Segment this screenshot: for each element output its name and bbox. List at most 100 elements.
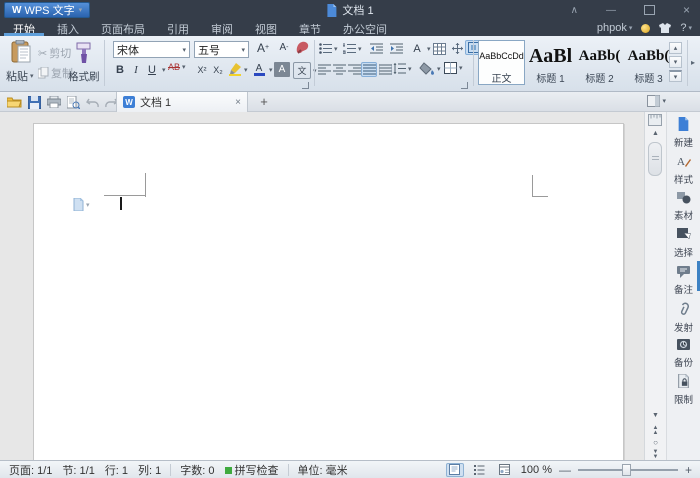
text-direction-button[interactable]: A ▾ xyxy=(409,41,431,56)
distribute-button[interactable] xyxy=(377,62,393,77)
shrink-font-button[interactable]: A- xyxy=(276,40,292,55)
format-painter-icon[interactable] xyxy=(74,42,94,67)
sidebar-item-backup[interactable]: 备份 xyxy=(667,338,700,369)
paragraph-dialog-launcher[interactable] xyxy=(461,82,468,89)
tab-page-layout[interactable]: 页面布局 xyxy=(90,20,156,36)
font-color-button[interactable]: A ▾ xyxy=(251,62,273,77)
style-heading-2[interactable]: AaBb( 标题 2 xyxy=(576,40,623,85)
skin-shirt-icon[interactable] xyxy=(659,23,671,33)
paste-options-button[interactable]: ▾ xyxy=(73,198,90,211)
sidebar-item-send[interactable]: 发射 xyxy=(667,302,700,334)
styles-scroll-up-button[interactable]: ▴ xyxy=(669,42,682,54)
grow-font-button[interactable]: A+ xyxy=(255,40,271,55)
help-menu[interactable]: ?▾ xyxy=(680,22,692,34)
status-section[interactable]: 节: 1/1 xyxy=(62,462,94,478)
zoom-level[interactable]: 100 % xyxy=(521,464,552,476)
bullets-button[interactable]: ▾ xyxy=(319,43,338,54)
sidebar-item-styles[interactable]: A 样式 xyxy=(667,154,700,186)
style-heading-3[interactable]: AaBb( 标题 3 xyxy=(625,40,672,85)
text-effects-icon[interactable] xyxy=(295,41,309,57)
member-coin-icon[interactable] xyxy=(641,24,650,33)
styles-more-button[interactable]: ▾ xyxy=(669,70,682,82)
numbering-button[interactable]: ▾ xyxy=(343,43,362,54)
wps-menu-button[interactable]: W WPS 文字 ▾ xyxy=(4,2,90,18)
user-account-menu[interactable]: phpok▾ xyxy=(597,22,633,34)
cut-button[interactable]: ✂ 剪切 xyxy=(38,45,71,61)
strikethrough-button[interactable]: AB▾ xyxy=(168,62,186,72)
subscript-button[interactable]: X₂ xyxy=(210,62,226,77)
collapse-window-button[interactable]: ∧ xyxy=(571,5,578,16)
styles-scroll-down-button[interactable]: ▾ xyxy=(669,56,682,68)
zoom-in-button[interactable]: + xyxy=(685,465,692,475)
style-heading-1[interactable]: AaBl 标题 1 xyxy=(527,40,574,85)
align-left-button[interactable] xyxy=(316,62,332,77)
scroll-up-button[interactable]: ▲ xyxy=(645,130,666,138)
font-family-select[interactable]: 宋体▾ xyxy=(113,41,190,58)
character-shading-button[interactable]: A xyxy=(274,62,290,77)
sidebar-item-restrict[interactable]: 限制 xyxy=(667,374,700,406)
tab-section[interactable]: 章节 xyxy=(288,20,332,36)
ruler-toggle-button[interactable] xyxy=(648,114,662,129)
print-icon[interactable] xyxy=(47,96,61,108)
paste-icon[interactable] xyxy=(10,40,32,67)
task-pane-toggle[interactable]: ▾ xyxy=(647,95,666,107)
highlight-button[interactable]: ▾ xyxy=(228,63,248,76)
zoom-slider[interactable] xyxy=(578,469,678,471)
page-view-button[interactable] xyxy=(446,463,464,477)
save-icon[interactable] xyxy=(28,96,41,109)
bold-button[interactable]: B xyxy=(112,62,128,77)
insert-table-button[interactable] xyxy=(431,41,447,56)
close-window-button[interactable]: × xyxy=(683,3,690,17)
align-right-button[interactable] xyxy=(346,62,362,77)
tab-office-space[interactable]: 办公空间 xyxy=(332,20,398,36)
sidebar-item-select[interactable]: 选择 xyxy=(667,228,700,259)
tab-insert[interactable]: 插入 xyxy=(46,20,90,36)
italic-button[interactable]: I xyxy=(128,62,144,77)
select-browse-object-button[interactable]: ○ xyxy=(645,439,666,447)
status-word-count[interactable]: 字数: 0 xyxy=(180,462,214,478)
sidebar-item-new[interactable]: 新建 xyxy=(667,117,700,149)
decrease-indent-button[interactable] xyxy=(368,41,384,56)
zoom-out-button[interactable]: — xyxy=(559,465,571,475)
superscript-button[interactable]: X² xyxy=(194,62,210,77)
scroll-down-button[interactable]: ▼ xyxy=(645,412,666,420)
outline-view-button[interactable] xyxy=(471,463,489,477)
zoom-slider-thumb[interactable] xyxy=(622,464,631,476)
web-view-button[interactable] xyxy=(496,463,514,477)
previous-page-button[interactable]: ▲ ▲ xyxy=(645,426,666,436)
scrollbar-thumb[interactable] xyxy=(648,142,662,176)
close-document-icon[interactable]: × xyxy=(235,97,241,108)
tab-home[interactable]: 开始 xyxy=(2,20,46,36)
tab-references[interactable]: 引用 xyxy=(156,20,200,36)
phonetic-guide-button[interactable]: 文 ▾ xyxy=(293,62,317,79)
print-preview-icon[interactable] xyxy=(67,96,80,109)
paste-button[interactable]: 粘贴 ▾ xyxy=(6,68,34,84)
borders-button[interactable]: ▾ xyxy=(444,62,463,74)
status-line[interactable]: 行: 1 xyxy=(105,462,128,478)
status-spellcheck[interactable]: 拼写检查 xyxy=(225,462,279,478)
justify-button[interactable] xyxy=(361,62,377,77)
increase-indent-button[interactable] xyxy=(388,41,404,56)
sidebar-item-material[interactable]: 素材 xyxy=(667,191,700,222)
tab-review[interactable]: 审阅 xyxy=(200,20,244,36)
style-normal[interactable]: AaBbCcDd 正文 xyxy=(478,40,525,85)
status-page[interactable]: 页面: 1/1 xyxy=(9,462,52,478)
document-canvas[interactable]: ▾ xyxy=(0,112,644,460)
format-painter-button[interactable]: 格式刷 xyxy=(68,69,100,84)
shading-button[interactable]: ▾ xyxy=(419,62,441,75)
open-folder-icon[interactable] xyxy=(7,96,22,108)
next-page-button[interactable]: ▼ ▼ xyxy=(645,450,666,460)
status-column[interactable]: 列: 1 xyxy=(138,462,161,478)
underline-button[interactable]: U▾ xyxy=(144,62,166,77)
status-unit[interactable]: 单位: 毫米 xyxy=(298,462,348,478)
new-tab-button[interactable]: + xyxy=(256,93,272,109)
line-spacing-button[interactable]: ▾ xyxy=(393,63,412,74)
align-center-button[interactable] xyxy=(331,62,347,77)
show-marks-button[interactable] xyxy=(449,41,465,56)
minimize-button[interactable]: — xyxy=(606,5,616,16)
sidebar-item-notes[interactable]: 备注 xyxy=(667,265,700,296)
font-size-select[interactable]: 五号▾ xyxy=(194,41,249,58)
ribbon-expand-button[interactable]: ▸ xyxy=(691,58,695,67)
document-tab[interactable]: W 文档 1 × xyxy=(116,92,248,112)
vertical-scrollbar[interactable]: ▲ ▼ ▲ ▲ ○ ▼ ▼ xyxy=(644,112,666,460)
